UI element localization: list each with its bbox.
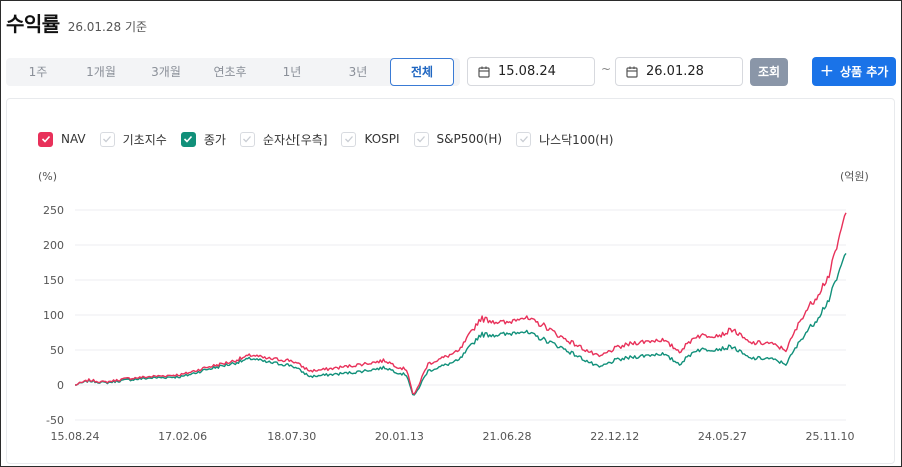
x-tick-label: 21.06.28 <box>483 430 532 443</box>
x-tick-label: 24.05.27 <box>698 430 747 443</box>
x-tick-label: 18.07.30 <box>267 430 316 443</box>
return-chart: (%) (억원) -50 0 50 100 150 200 250 15.08.24 17.02.0… <box>38 170 869 443</box>
nav-series-line <box>74 212 847 395</box>
y-axis-unit-right: (억원) <box>840 170 869 183</box>
x-tick-label: 25.11.10 <box>806 430 855 443</box>
y-tick-label: 200 <box>43 239 64 252</box>
x-tick-label: 22.12.12 <box>590 430 639 443</box>
y-tick-label: 50 <box>50 344 64 357</box>
y-tick-label: 250 <box>43 204 64 217</box>
x-tick-label: 17.02.06 <box>158 430 207 443</box>
close-price-series-line <box>75 252 847 396</box>
y-tick-label: 150 <box>43 274 64 287</box>
y-tick-label: -50 <box>46 414 64 427</box>
x-tick-label: 20.01.13 <box>375 430 424 443</box>
y-tick-label: 100 <box>43 309 64 322</box>
x-tick-label: 15.08.24 <box>51 430 100 443</box>
y-axis-unit-left: (%) <box>38 170 57 183</box>
y-tick-label: 0 <box>57 379 64 392</box>
